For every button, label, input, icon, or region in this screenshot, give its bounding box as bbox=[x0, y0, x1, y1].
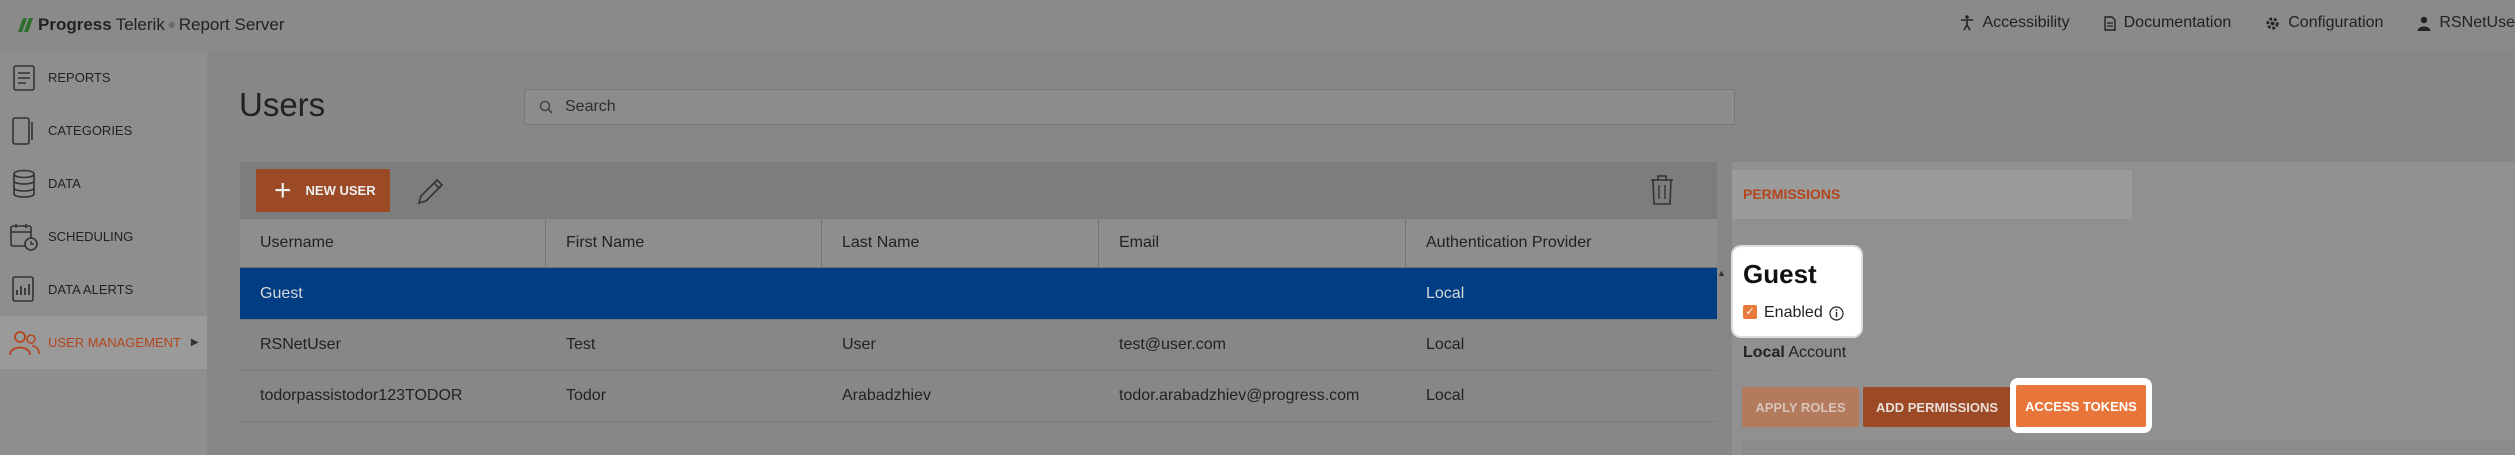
cell-username: todorpassistodor123TODOR bbox=[260, 386, 463, 404]
column-header-last-name[interactable]: Last Name bbox=[822, 219, 1099, 267]
cell-provider: Local bbox=[1426, 335, 1465, 353]
top-nav: Accessibility Documentation Configuratio… bbox=[1960, 14, 2515, 32]
database-icon bbox=[8, 168, 40, 200]
cell-first-name: Test bbox=[566, 335, 596, 353]
panel-content-area bbox=[1742, 440, 2515, 455]
column-header-email[interactable]: Email bbox=[1099, 219, 1406, 267]
nav-documentation[interactable]: Documentation bbox=[2103, 14, 2232, 32]
document-icon bbox=[2103, 15, 2116, 31]
sidebar-item-categories[interactable]: CATEGORIES bbox=[0, 104, 207, 157]
nav-configuration-label: Configuration bbox=[2288, 14, 2384, 31]
cell-email bbox=[1099, 268, 1406, 319]
cell-provider: Local bbox=[1426, 284, 1465, 302]
cell-last-name: Arabadzhiev bbox=[842, 386, 931, 404]
calendar-clock-icon bbox=[8, 221, 40, 253]
search-icon bbox=[539, 100, 553, 114]
tab-permissions-label[interactable]: PERMISSIONS bbox=[1743, 186, 1840, 202]
sidebar-item-label: SCHEDULING bbox=[48, 229, 134, 244]
enabled-label: Enabled bbox=[1764, 304, 1823, 321]
search-input[interactable]: Search bbox=[565, 98, 616, 116]
table-row[interactable]: RSNetUser Test User test@user.com Local bbox=[240, 319, 1717, 371]
categories-icon bbox=[8, 115, 40, 147]
page-title: Users bbox=[239, 86, 326, 123]
gear-icon bbox=[2266, 16, 2279, 30]
cell-username: RSNetUser bbox=[260, 335, 341, 353]
search-box[interactable]: Search bbox=[524, 89, 1735, 125]
sidebar-item-data[interactable]: DATA bbox=[0, 157, 207, 210]
product-name: Telerik bbox=[115, 15, 165, 34]
user-summary-card: Guest ✓ Enabled bbox=[1733, 247, 1861, 336]
enabled-checkbox[interactable]: ✓ bbox=[1743, 305, 1757, 319]
nav-user-label: RSNetUse bbox=[2439, 14, 2515, 31]
plus-icon: + bbox=[274, 173, 292, 207]
column-header-username[interactable]: Username bbox=[240, 219, 546, 267]
sidebar-item-label: DATA ALERTS bbox=[48, 282, 134, 297]
reports-icon bbox=[8, 62, 40, 94]
scroll-up-arrow-icon[interactable]: ▲ bbox=[1717, 268, 1729, 278]
cell-first-name bbox=[546, 268, 822, 319]
sidebar: REPORTS CATEGORIES DATA SCHEDULING DATA … bbox=[0, 51, 207, 455]
sidebar-item-label: CATEGORIES bbox=[48, 123, 133, 138]
cell-username: Guest bbox=[260, 284, 303, 302]
sidebar-item-user-management[interactable]: USER MANAGEMENT ▶ bbox=[0, 316, 207, 369]
column-header-auth-provider[interactable]: Authentication Provider bbox=[1406, 219, 1717, 267]
brand-name: Progress bbox=[38, 15, 112, 34]
cell-last-name: User bbox=[842, 335, 876, 353]
sidebar-item-label: REPORTS bbox=[48, 70, 111, 85]
column-header-first-name[interactable]: First Name bbox=[546, 219, 822, 267]
new-user-button[interactable]: + NEW USER bbox=[256, 169, 390, 212]
nav-user-menu[interactable]: RSNetUse bbox=[2417, 14, 2515, 32]
data-alert-icon bbox=[8, 274, 40, 306]
cell-provider: Local bbox=[1426, 386, 1465, 404]
edit-pencil-icon[interactable] bbox=[413, 175, 447, 209]
sidebar-item-label: DATA bbox=[48, 176, 81, 191]
info-icon[interactable] bbox=[1829, 305, 1844, 321]
account-type-suffix: Account bbox=[1788, 344, 1847, 361]
cell-last-name bbox=[822, 268, 1099, 319]
sidebar-item-scheduling[interactable]: SCHEDULING bbox=[0, 210, 207, 263]
accessibility-icon bbox=[1961, 15, 1974, 31]
cell-email: test@user.com bbox=[1119, 335, 1226, 353]
account-type-value: Local bbox=[1743, 344, 1785, 361]
users-toolbar bbox=[240, 162, 1717, 219]
table-row[interactable]: todorpassistodor123TODOR Todor Arabadzhi… bbox=[240, 370, 1717, 422]
user-icon bbox=[2417, 16, 2431, 31]
sidebar-item-data-alerts[interactable]: DATA ALERTS bbox=[0, 263, 207, 316]
sidebar-item-reports[interactable]: REPORTS bbox=[0, 51, 207, 104]
nav-configuration[interactable]: Configuration bbox=[2265, 14, 2383, 32]
app-logo[interactable]: Progress Telerik ® Report Server bbox=[18, 15, 285, 35]
cell-first-name: Todor bbox=[566, 386, 607, 404]
nav-accessibility-label: Accessibility bbox=[1982, 14, 2070, 31]
table-row[interactable]: Guest Local bbox=[240, 268, 1717, 320]
progress-logo-icon bbox=[18, 18, 33, 32]
product-suffix: Report Server bbox=[178, 15, 285, 34]
nav-documentation-label: Documentation bbox=[2123, 14, 2232, 31]
user-name: Guest bbox=[1743, 259, 1817, 289]
table-header: Username First Name Last Name Email Auth… bbox=[240, 219, 1717, 268]
nav-accessibility[interactable]: Accessibility bbox=[1960, 14, 2070, 32]
cell-email: todor.arabadzhiev@progress.com bbox=[1119, 386, 1360, 404]
users-icon bbox=[8, 327, 40, 359]
apply-roles-button[interactable]: APPLY ROLES bbox=[1742, 387, 1859, 427]
enabled-row: Enabled bbox=[1764, 304, 1844, 322]
access-tokens-button[interactable]: ACCESS TOKENS bbox=[2016, 385, 2146, 427]
trash-icon[interactable] bbox=[1648, 173, 1676, 207]
new-user-label: NEW USER bbox=[305, 183, 376, 198]
sidebar-item-label: USER MANAGEMENT bbox=[48, 335, 181, 350]
account-type: Local Account bbox=[1743, 344, 1846, 362]
chevron-right-icon: ▶ bbox=[190, 337, 199, 348]
add-permissions-button[interactable]: ADD PERMISSIONS bbox=[1863, 387, 2011, 427]
